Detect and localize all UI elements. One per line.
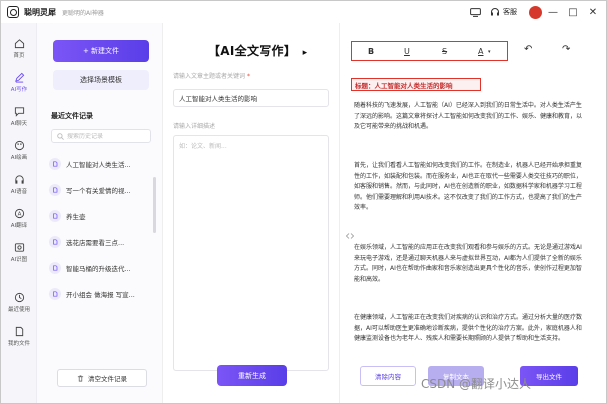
title-arrow-icon: ▸: [302, 48, 308, 58]
nav-item-ai-translate[interactable]: A AI翻译: [1, 201, 37, 235]
image-icon: [14, 242, 24, 252]
topic-label: 请输入文章主题或者关键词 *: [173, 71, 250, 80]
nav-label: 最近使用: [7, 306, 30, 313]
file-panel: + 新建文件 选择场景模板 最近文件记录 人工智能对人类生活... 写一个有关爱…: [37, 23, 163, 403]
file-list-item[interactable]: 选花店需要看三点...: [49, 231, 155, 253]
app-slogan: 更聪明的AI神器: [62, 9, 104, 17]
file-doc-icon: [49, 236, 61, 248]
generated-paragraph: 在健康领域，人工智能正在改变我们对疾病的认识和治疗方式。通过分析大量的医疗数据，…: [354, 314, 583, 342]
file-doc-icon: [49, 262, 61, 274]
app-logo-icon: [7, 6, 19, 18]
recent-files-title: 最近文件记录: [51, 112, 93, 120]
nav-item-ai-chat[interactable]: AI聊天: [1, 99, 37, 133]
chat-icon: [14, 106, 24, 117]
close-button[interactable]: ✕: [584, 1, 602, 23]
watermark-text: CSDN @翻译小达人: [421, 377, 532, 391]
translate-icon: A: [14, 208, 24, 218]
nav-item-home[interactable]: 首页: [1, 31, 37, 65]
required-mark: *: [246, 73, 250, 80]
page-title-text: 【AI全文写作】: [208, 44, 297, 58]
new-file-button[interactable]: + 新建文件: [53, 40, 149, 62]
file-name: 养生壶: [66, 213, 86, 221]
generated-paragraph: 随着科技的飞速发展，人工智能（AI）已经深入到我们的日常生活中。对人类生活产生了…: [354, 102, 583, 130]
file-doc-icon: [49, 184, 61, 196]
page-title: 【AI全文写作】 ▸: [208, 42, 307, 59]
scene-template-button[interactable]: 选择场景模板: [53, 70, 149, 90]
nav-label: AI识图: [10, 256, 28, 263]
undo-button[interactable]: ↶: [524, 44, 532, 55]
nav-label: AI写作: [10, 86, 28, 93]
detail-textarea[interactable]: 如：论文、新闻...: [173, 135, 329, 371]
editor-panel: B U S A ▾ ↶ ↷ 标题：人工智能对人类生活的影响 随着科技的飞速发展，…: [339, 23, 606, 403]
input-panel: 【AI全文写作】 ▸ 请输入文章主题或者关键词 * 人工智能对人类生活的影响 请…: [163, 23, 339, 403]
clear-records-button[interactable]: 清空文件记录: [57, 369, 147, 387]
topic-label-text: 请输入文章主题或者关键词: [173, 73, 246, 80]
customer-service-label: 客服: [503, 8, 517, 16]
detail-label: 请输入详细描述: [173, 123, 216, 130]
headset-icon: [491, 8, 499, 16]
format-toolbar: B U S A ▾: [351, 41, 508, 61]
file-name: 人工智能对人类生活...: [66, 161, 131, 169]
clear-content-button[interactable]: 清除内容: [360, 366, 416, 386]
redo-button[interactable]: ↷: [562, 44, 570, 55]
underline-button[interactable]: U: [404, 47, 410, 56]
font-color-button[interactable]: A: [478, 47, 483, 56]
file-name: 选花店需要看三点...: [66, 239, 125, 247]
file-list-item[interactable]: 开小组会 做海报 写宣...: [49, 283, 155, 305]
svg-text:A: A: [17, 211, 21, 217]
nav-label: AI绘画: [10, 154, 28, 161]
pen-icon: [14, 72, 24, 83]
file-name: 智能马桶的升级迭代...: [66, 265, 131, 273]
clock-icon: [14, 292, 24, 302]
file-name: 写一个有关爱情的视...: [66, 187, 131, 195]
nav-item-my-files[interactable]: 我的文件: [1, 319, 37, 353]
nav-label: 首页: [13, 52, 25, 59]
clear-records-label: 清空文件记录: [88, 375, 127, 383]
generated-paragraph: 在娱乐领域，人工智能的应用正在改变我们观看和参与娱乐的方式。无论是通过游戏AI来…: [354, 244, 582, 283]
search-icon: [57, 132, 64, 140]
nav-label: AI语音: [10, 188, 28, 195]
generated-paragraph: 首先，让我们看看人工智能如何改变我们的工作。在制造业，机器人已经开始承担重复性的…: [354, 162, 583, 211]
file-doc-icon: [49, 158, 61, 170]
nav-label: AI聊天: [10, 120, 28, 127]
title-bar: 聪明灵犀 更聪明的AI神器 客服 — □ ✕: [1, 1, 606, 23]
nav-item-ai-image-recognition[interactable]: AI识图: [1, 235, 37, 269]
user-avatar[interactable]: [529, 5, 542, 19]
file-list-item[interactable]: 智能马桶的升级迭代...: [49, 257, 155, 279]
nav-item-recent[interactable]: 最近使用: [1, 285, 37, 319]
file-icon: [15, 326, 23, 336]
resize-handle-icon[interactable]: [346, 233, 354, 239]
home-icon: [14, 38, 24, 48]
customer-service-button[interactable]: 客服: [490, 7, 517, 17]
nav-label: AI翻译: [10, 222, 28, 229]
trash-icon: [77, 375, 84, 381]
minimize-button[interactable]: —: [544, 1, 562, 23]
regenerate-button[interactable]: 重新生成: [217, 365, 287, 386]
app-window: 聪明灵犀 更聪明的AI神器 客服 — □ ✕ 首页 AI写作 AI聊天 AI绘画…: [0, 0, 607, 404]
app-name: 聪明灵犀: [24, 7, 56, 17]
brush-icon: [14, 140, 24, 150]
nav-item-ai-voice[interactable]: AI语音: [1, 167, 37, 201]
history-search-input[interactable]: [67, 132, 147, 140]
file-list-item[interactable]: 写一个有关爱情的视...: [49, 179, 155, 201]
file-name: 开小组会 做海报 写宣...: [66, 291, 135, 299]
file-list-scrollbar[interactable]: [153, 177, 156, 233]
caret-down-icon: ▾: [488, 49, 491, 55]
generated-heading: 标题：人工智能对人类生活的影响: [351, 78, 481, 91]
headphone-icon: [14, 174, 24, 184]
main-nav: 首页 AI写作 AI聊天 AI绘画 AI语音 A AI翻译 AI识图 最近使用: [1, 23, 37, 403]
bold-button[interactable]: B: [368, 47, 374, 56]
screen-icon[interactable]: [468, 5, 482, 19]
file-doc-icon: [49, 288, 61, 300]
nav-item-ai-writing[interactable]: AI写作: [1, 65, 37, 99]
strikethrough-button[interactable]: S: [442, 47, 447, 56]
history-search[interactable]: [51, 129, 151, 143]
file-list-item[interactable]: 养生壶: [49, 205, 155, 227]
maximize-button[interactable]: □: [564, 1, 582, 23]
nav-item-ai-painting[interactable]: AI绘画: [1, 133, 37, 167]
topic-input[interactable]: 人工智能对人类生活的影响: [173, 89, 329, 107]
nav-label: 我的文件: [7, 340, 30, 347]
file-list-item[interactable]: 人工智能对人类生活...: [49, 153, 155, 175]
file-doc-icon: [49, 210, 61, 222]
